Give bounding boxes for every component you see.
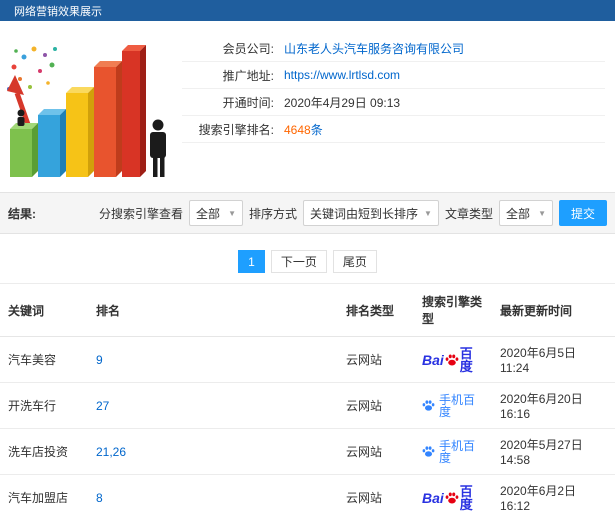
- info-row-company: 会员公司: 山东老人头汽车服务咨询有限公司: [182, 35, 605, 62]
- update-time-cell: 2020年6月2日 16:12: [492, 474, 615, 520]
- baidu-paw-icon: [445, 491, 459, 505]
- company-label: 会员公司:: [222, 41, 274, 56]
- engine-filter-label: 分搜索引擎查看: [99, 206, 184, 221]
- company-link[interactable]: 山东老人头汽车服务咨询有限公司: [284, 40, 464, 57]
- mobile-baidu-logo: 手机百度: [422, 394, 484, 418]
- mobile-baidu-logo: 手机百度: [422, 440, 484, 464]
- member-info-list: 会员公司: 山东老人头汽车服务咨询有限公司 推广地址: https://www.…: [182, 29, 605, 187]
- page-current[interactable]: 1: [238, 250, 265, 273]
- member-info-section: 会员公司: 山东老人头汽车服务咨询有限公司 推广地址: https://www.…: [0, 21, 615, 187]
- rank-cell: 8: [88, 474, 338, 520]
- info-row-url: 推广地址: https://www.lrtlsd.com: [182, 62, 605, 89]
- table-row: 汽车美容 9 云网站 Bai 百度 2020年6月5日 11:24: [0, 336, 615, 383]
- article-type-select[interactable]: 全部 ▼: [498, 200, 553, 226]
- mobile-baidu-label: 手机百度: [439, 438, 476, 465]
- engine-select[interactable]: 全部 ▼: [189, 200, 244, 226]
- baidu-logo-cn-text: 百度: [459, 483, 473, 512]
- rank-cell: 21,26: [88, 428, 338, 475]
- chevron-down-icon: ▼: [228, 208, 237, 218]
- small-person-figure: [17, 109, 25, 126]
- info-row-open-time: 开通时间: 2020年4月29日 09:13: [182, 89, 605, 116]
- app-header: 网络营销效果展示: [0, 0, 615, 21]
- promotion-url-link[interactable]: https://www.lrtlsd.com: [284, 68, 400, 82]
- filter-controls: 分搜索引擎查看 全部 ▼ 排序方式 关键词由短到长排序 ▼ 文章类型 全部 ▼ …: [99, 200, 607, 226]
- update-time-cell: 2020年6月20日 16:16: [492, 382, 615, 429]
- rank-type-cell: 云网站: [338, 474, 414, 520]
- keyword-cell: 洗车店投资: [0, 428, 88, 475]
- baidu-logo: Bai 百度: [422, 485, 484, 511]
- ranking-count-unit: 条: [310, 122, 323, 137]
- filter-bar: 结果: 分搜索引擎查看 全部 ▼ 排序方式 关键词由短到长排序 ▼ 文章类型 全…: [0, 192, 615, 234]
- engine-select-value: 全部: [196, 206, 221, 221]
- baidu-logo: Bai 百度: [422, 347, 484, 373]
- baidu-paw-icon: [445, 353, 459, 367]
- ranking-count-value: 4648条: [284, 121, 323, 138]
- rank-type-cell: 云网站: [338, 428, 414, 475]
- rank-link[interactable]: 9: [96, 353, 103, 367]
- mobile-baidu-label: 手机百度: [439, 392, 476, 419]
- keyword-cell: 开洗车行: [0, 382, 88, 429]
- update-time-cell: 2020年6月5日 11:24: [492, 336, 615, 383]
- table-row: 洗车店投资 21,26 云网站 手机百度 2020年5月27日 14:58: [0, 428, 615, 475]
- keyword-cell: 汽车加盟店: [0, 474, 88, 520]
- page-next-button[interactable]: 下一页: [270, 250, 327, 273]
- rank-cell: 9: [88, 336, 338, 383]
- chevron-down-icon: ▼: [538, 208, 546, 218]
- table-header-row: 关键词 排名 排名类型 搜索引擎类型 最新更新时间: [0, 283, 615, 337]
- open-time-value: 2020年4月29日 09:13: [284, 95, 401, 110]
- businessman-figure: [150, 119, 166, 177]
- results-table: 关键词 排名 排名类型 搜索引擎类型 最新更新时间 汽车美容 9 云网站 Bai 百度 2…: [0, 283, 615, 520]
- rank-link[interactable]: 21,26: [96, 445, 126, 459]
- rank-link[interactable]: 8: [96, 491, 103, 505]
- rank-type-cell: 云网站: [338, 336, 414, 383]
- page-last-button[interactable]: 尾页: [332, 250, 377, 273]
- article-type-select-value: 全部: [505, 206, 530, 221]
- sort-label: 排序方式: [249, 206, 298, 221]
- rank-type-cell: 云网站: [338, 382, 414, 429]
- baidu-paw-icon: [422, 399, 435, 412]
- results-section-label: 结果:: [8, 206, 36, 221]
- col-header-rank-type: 排名类型: [338, 283, 414, 337]
- submit-button[interactable]: 提交: [558, 200, 607, 226]
- baidu-logo-text: Bai: [422, 351, 444, 368]
- pagination: 1 下一页 尾页: [0, 250, 615, 273]
- growth-chart-illustration: [0, 29, 182, 181]
- baidu-logo-text: Bai: [422, 489, 444, 506]
- keyword-cell: 汽车美容: [0, 336, 88, 383]
- ranking-count-label: 搜索引擎排名:: [198, 122, 274, 137]
- bars: [10, 45, 146, 177]
- article-type-label: 文章类型: [444, 206, 493, 221]
- ranking-count-number: 4648: [284, 122, 311, 137]
- rank-cell: 27: [88, 382, 338, 429]
- col-header-engine-type: 搜索引擎类型: [414, 283, 492, 337]
- results-table-body: 汽车美容 9 云网站 Bai 百度 2020年6月5日 11:24 开洗车行 27 云网站 手机百…: [0, 336, 615, 520]
- engine-type-cell: 手机百度: [414, 382, 492, 429]
- table-row: 开洗车行 27 云网站 手机百度 2020年6月20日 16:16: [0, 382, 615, 429]
- col-header-keyword: 关键词: [0, 283, 88, 337]
- col-header-update-time: 最新更新时间: [492, 283, 615, 337]
- col-header-rank: 排名: [88, 283, 338, 337]
- update-time-cell: 2020年5月27日 14:58: [492, 428, 615, 475]
- engine-type-cell: Bai 百度: [414, 336, 492, 383]
- promotion-url-label: 推广地址:: [222, 68, 274, 83]
- sort-select-value: 关键词由短到长排序: [310, 206, 419, 221]
- table-row: 汽车加盟店 8 云网站 Bai 百度 2020年6月2日 16:12: [0, 474, 615, 520]
- baidu-paw-icon: [422, 445, 435, 458]
- page-title: 网络营销效果展示: [14, 5, 102, 18]
- engine-type-cell: Bai 百度: [414, 474, 492, 520]
- baidu-logo-cn-text: 百度: [459, 345, 473, 374]
- bar-chart-image: [7, 45, 166, 177]
- engine-type-cell: 手机百度: [414, 428, 492, 475]
- info-row-ranking-count: 搜索引擎排名: 4648条: [182, 116, 605, 143]
- rank-link[interactable]: 27: [96, 399, 109, 413]
- chevron-down-icon: ▼: [424, 208, 432, 218]
- sort-select[interactable]: 关键词由短到长排序 ▼: [303, 200, 439, 226]
- open-time-label: 开通时间:: [222, 95, 274, 110]
